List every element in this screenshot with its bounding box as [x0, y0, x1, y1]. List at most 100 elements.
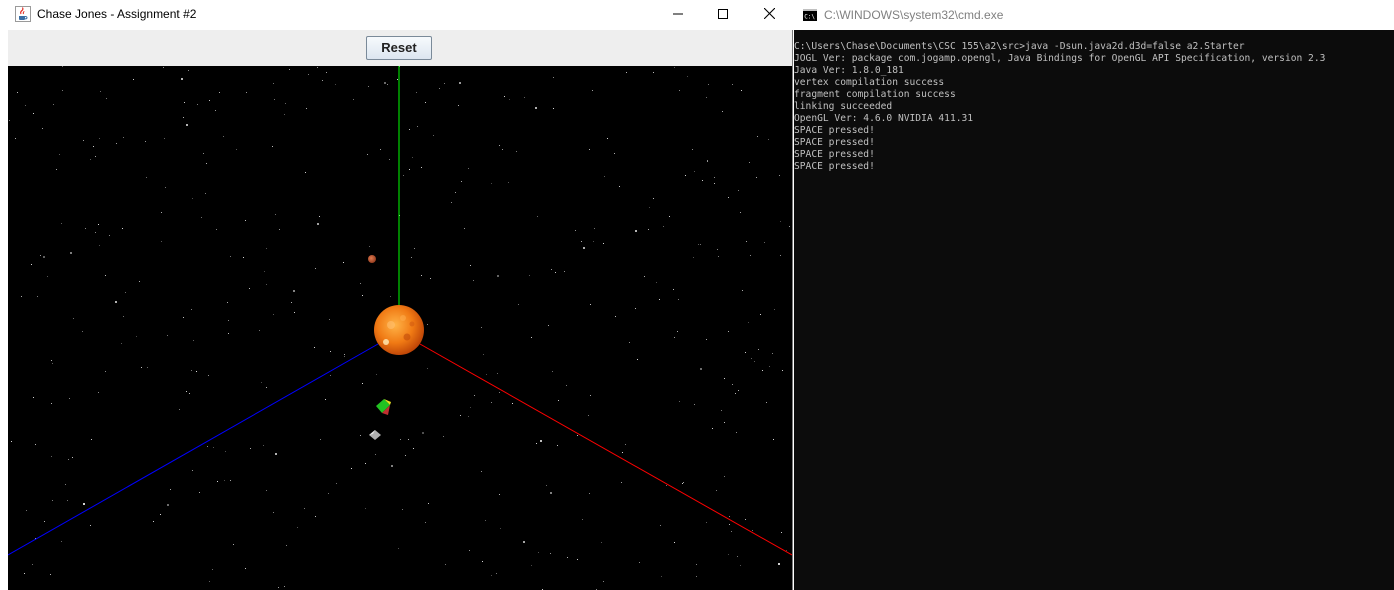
- star: [398, 548, 399, 549]
- console-line: SPACE pressed!: [794, 161, 875, 172]
- star: [714, 183, 715, 184]
- star: [266, 490, 267, 491]
- star: [191, 309, 192, 310]
- star: [679, 401, 680, 402]
- star: [43, 256, 45, 258]
- star: [285, 103, 286, 104]
- star: [47, 276, 48, 277]
- star: [509, 99, 510, 100]
- star: [635, 308, 636, 309]
- star: [626, 72, 627, 73]
- star: [201, 217, 202, 218]
- star: [481, 471, 482, 472]
- star: [497, 275, 499, 277]
- star: [286, 545, 287, 546]
- java-titlebar[interactable]: Chase Jones - Assignment #2: [0, 0, 793, 30]
- star: [486, 374, 487, 375]
- cmd-titlebar[interactable]: C:\ C:\WINDOWS\system32\cmd.exe: [794, 0, 1394, 30]
- star: [752, 530, 753, 531]
- star: [360, 283, 361, 284]
- star: [223, 136, 224, 137]
- star: [707, 160, 708, 161]
- star: [400, 439, 401, 440]
- star: [93, 146, 94, 147]
- star: [745, 519, 746, 520]
- star: [44, 521, 45, 522]
- star: [637, 359, 638, 360]
- star: [707, 161, 708, 162]
- star: [365, 508, 366, 509]
- star: [491, 183, 492, 184]
- star: [147, 367, 148, 368]
- star: [736, 432, 737, 433]
- star: [145, 141, 146, 142]
- star: [721, 410, 722, 411]
- star: [615, 316, 616, 317]
- star: [768, 139, 769, 140]
- star: [209, 100, 210, 101]
- star: [125, 292, 126, 293]
- star: [328, 493, 329, 494]
- star: [678, 299, 679, 300]
- close-button[interactable]: [746, 0, 792, 30]
- maximize-button[interactable]: [700, 0, 746, 30]
- star: [246, 92, 247, 93]
- star: [273, 314, 274, 315]
- console-output[interactable]: C:\Users\Chase\Documents\CSC 155\a2\src>…: [794, 41, 1394, 590]
- star: [273, 512, 274, 513]
- star: [317, 223, 319, 225]
- star: [625, 444, 626, 445]
- star: [496, 573, 497, 574]
- star: [653, 72, 654, 73]
- window-title: Chase Jones - Assignment #2: [37, 7, 197, 21]
- star: [51, 403, 52, 404]
- reset-button[interactable]: Reset: [366, 36, 432, 60]
- console-line: SPACE pressed!: [794, 137, 875, 148]
- console-line: OpenGL Ver: 4.6.0 NVIDIA 411.31: [794, 113, 974, 124]
- star: [553, 77, 554, 78]
- star: [61, 541, 62, 542]
- star: [764, 242, 765, 243]
- star: [694, 404, 695, 405]
- opengl-canvas[interactable]: [8, 66, 792, 590]
- star: [62, 90, 63, 91]
- star: [95, 156, 96, 157]
- star: [445, 564, 446, 565]
- star: [518, 304, 519, 305]
- minimize-button[interactable]: [655, 0, 701, 30]
- star: [52, 363, 53, 364]
- star: [413, 448, 414, 449]
- star: [468, 168, 469, 169]
- star: [485, 520, 486, 521]
- star: [553, 108, 554, 109]
- star: [742, 290, 743, 291]
- star: [567, 557, 568, 558]
- star: [409, 169, 410, 170]
- star: [728, 554, 729, 555]
- star: [183, 317, 184, 318]
- star: [266, 387, 267, 388]
- star: [206, 163, 207, 164]
- star: [577, 435, 578, 436]
- star: [421, 275, 422, 276]
- star: [317, 67, 318, 68]
- star: [106, 98, 107, 99]
- star: [433, 135, 434, 136]
- star: [326, 72, 327, 73]
- star: [589, 149, 590, 150]
- star: [769, 366, 770, 367]
- star: [774, 309, 775, 310]
- star: [236, 149, 237, 150]
- star: [729, 524, 730, 525]
- star: [191, 370, 192, 371]
- star: [443, 436, 444, 437]
- star: [209, 581, 210, 582]
- star: [95, 232, 96, 233]
- star: [11, 441, 12, 442]
- star: [649, 207, 650, 208]
- star: [673, 289, 674, 290]
- console-line: vertex compilation success: [794, 77, 945, 88]
- star: [536, 443, 537, 444]
- star: [427, 368, 428, 369]
- star: [100, 91, 101, 92]
